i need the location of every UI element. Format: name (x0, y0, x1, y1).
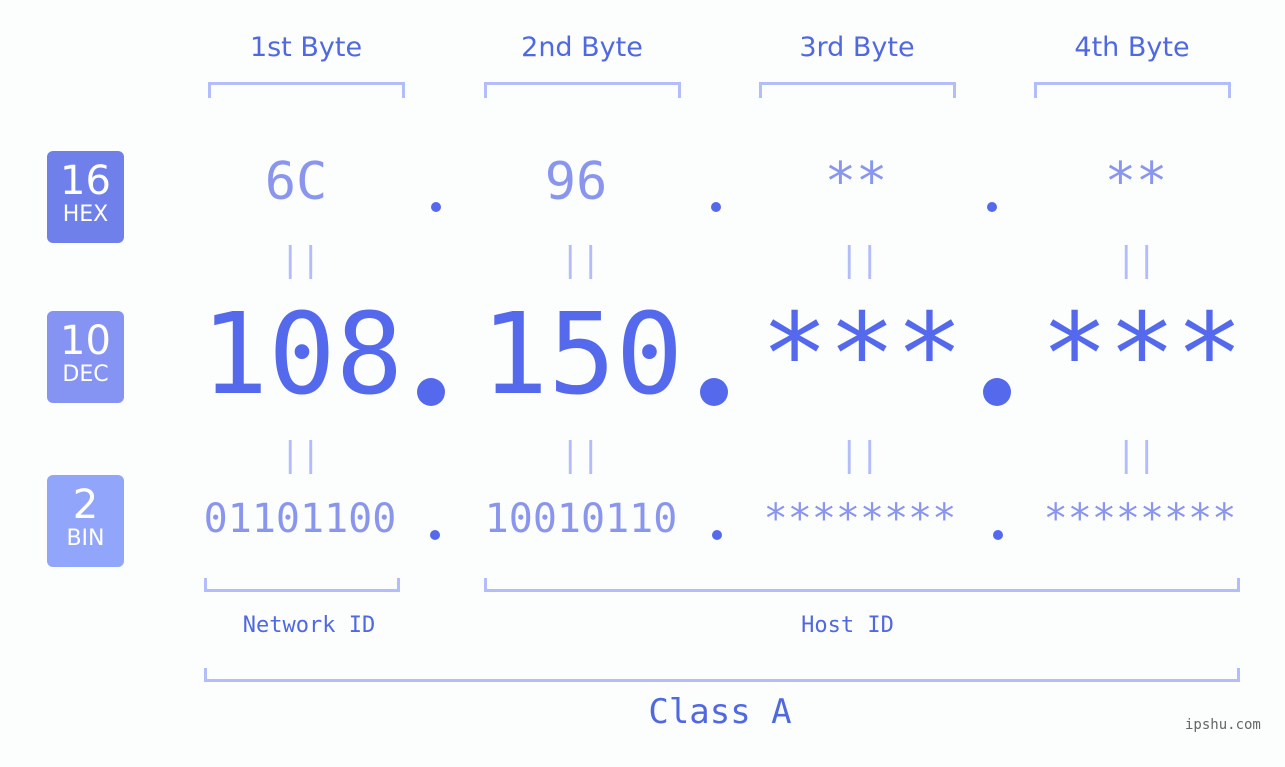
dec-byte-3: *** (760, 290, 964, 420)
network-id-bracket (204, 578, 400, 592)
dec-byte-4: *** (1040, 290, 1244, 420)
hex-byte-3: ** (824, 152, 888, 212)
dec-dot-1 (417, 378, 445, 406)
bin-byte-1: 01101100 (203, 496, 397, 542)
bin-dot-2 (712, 530, 722, 540)
dec-base-number: 10 (60, 318, 111, 364)
dec-dot-2 (700, 378, 728, 406)
host-id-label: Host ID (801, 613, 894, 638)
bin-badge: 2 BIN (47, 475, 124, 567)
byte-header-1: 1st Byte (249, 32, 363, 63)
equals-sign: || (839, 435, 880, 475)
hex-byte-1: 6C (264, 152, 328, 212)
equals-sign: || (560, 240, 601, 280)
bin-dot-3 (993, 530, 1003, 540)
byte-bracket-3 (759, 82, 956, 98)
hex-dot-3 (987, 202, 997, 212)
equals-sign: || (280, 240, 321, 280)
class-bracket (204, 668, 1240, 682)
bin-byte-4: ******** (1043, 496, 1237, 542)
equals-sign: || (1116, 435, 1157, 475)
equals-sign: || (560, 435, 601, 475)
equals-sign: || (280, 435, 321, 475)
byte-header-2: 2nd Byte (521, 32, 643, 63)
equals-sign: || (1116, 240, 1157, 280)
hex-badge: 16 HEX (47, 151, 124, 243)
hex-dot-1 (431, 202, 441, 212)
bin-byte-2: 10010110 (484, 496, 678, 542)
byte-header-4: 4th Byte (1074, 32, 1190, 63)
equals-sign: || (839, 240, 880, 280)
class-label: Class A (648, 692, 792, 732)
dec-byte-1: 108 (200, 290, 404, 420)
bin-base-label: BIN (66, 526, 105, 551)
bin-base-number: 2 (72, 482, 99, 528)
bin-byte-3: ******** (763, 496, 957, 542)
hex-byte-4: ** (1104, 152, 1168, 212)
dec-badge: 10 DEC (47, 311, 124, 403)
dec-byte-2: 150 (480, 290, 684, 420)
watermark: ipshu.com (1185, 717, 1261, 733)
byte-bracket-4 (1034, 82, 1231, 98)
hex-base-label: HEX (62, 202, 109, 227)
byte-header-3: 3rd Byte (799, 32, 915, 63)
hex-base-number: 16 (60, 158, 111, 204)
dec-dot-3 (983, 378, 1011, 406)
hex-byte-2: 96 (544, 152, 608, 212)
byte-bracket-1 (208, 82, 405, 98)
byte-bracket-2 (484, 82, 681, 98)
hex-dot-2 (711, 202, 721, 212)
bin-dot-1 (430, 530, 440, 540)
dec-base-label: DEC (62, 362, 109, 387)
network-id-label: Network ID (242, 613, 376, 638)
host-id-bracket (484, 578, 1240, 592)
